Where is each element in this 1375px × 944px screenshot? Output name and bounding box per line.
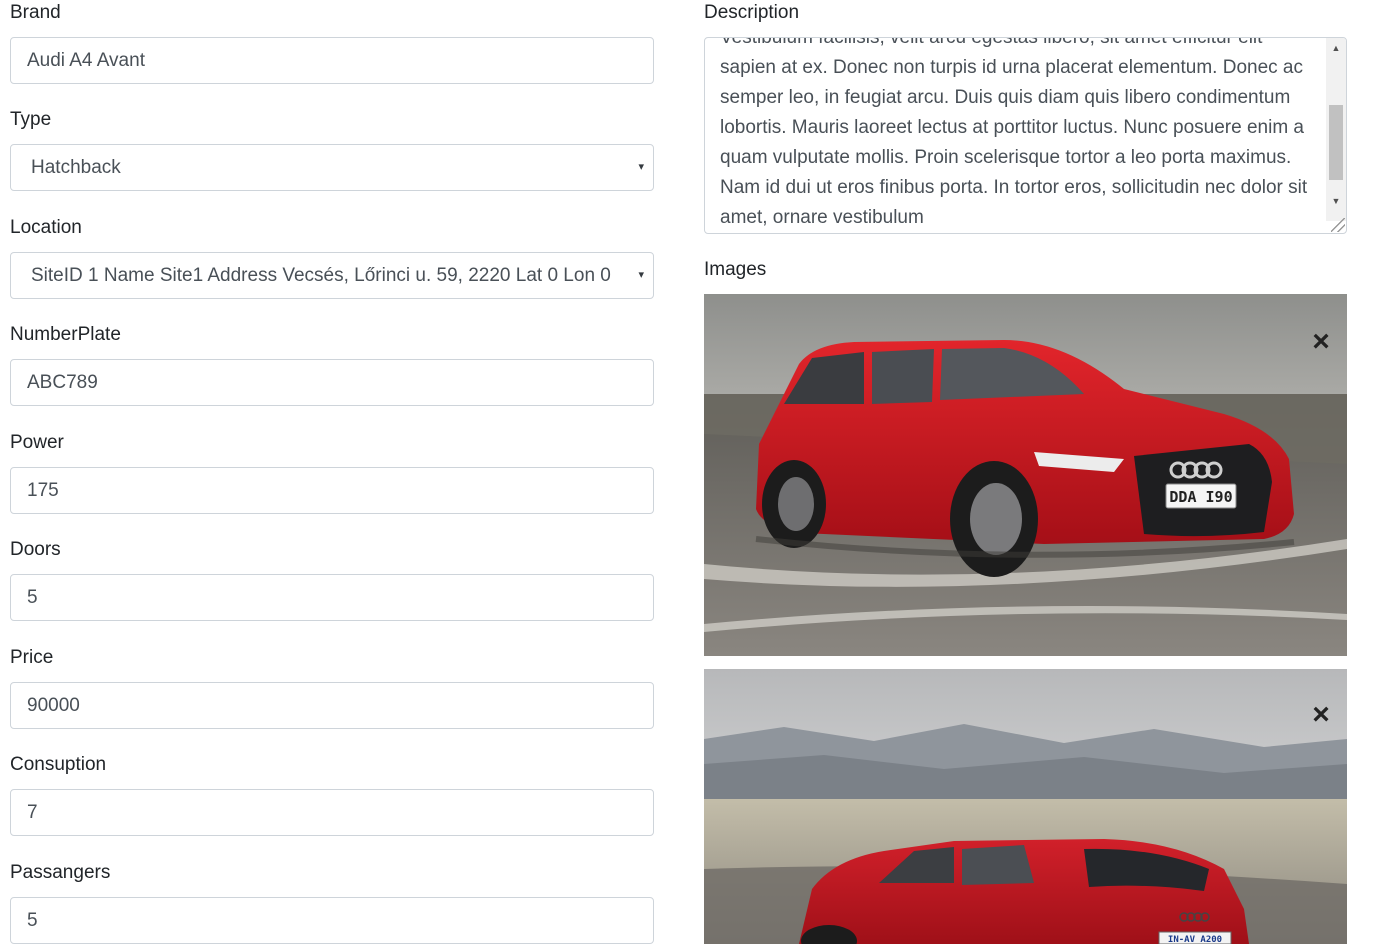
doors-input[interactable]: 5: [10, 574, 654, 621]
type-field: Type Hatchback ▾: [10, 107, 654, 191]
scroll-up-arrow-icon[interactable]: ▲: [1326, 38, 1346, 58]
price-field: Price 90000: [10, 645, 654, 729]
scroll-down-arrow-icon[interactable]: ▼: [1326, 191, 1346, 211]
price-input[interactable]: 90000: [10, 682, 654, 729]
doors-field: Doors 5: [10, 537, 654, 621]
car-image-front: DDA I90 ×: [704, 294, 1347, 656]
chevron-down-icon: ▾: [638, 161, 644, 173]
power-label: Power: [10, 432, 64, 453]
brand-field: Brand Audi A4 Avant: [10, 0, 654, 84]
price-label: Price: [10, 647, 54, 668]
remove-image-close-icon[interactable]: ×: [1309, 700, 1333, 730]
consumption-label: Consuption: [10, 754, 107, 775]
type-label: Type: [10, 109, 52, 130]
brand-label: Brand: [10, 2, 61, 23]
brand-input[interactable]: Audi A4 Avant: [10, 37, 654, 84]
passengers-label: Passangers: [10, 862, 111, 883]
resize-handle-icon[interactable]: [1331, 218, 1345, 232]
number-plate-input[interactable]: ABC789: [10, 359, 654, 406]
power-field: Power 175: [10, 430, 654, 514]
consumption-field: Consuption 7: [10, 752, 654, 836]
location-field: Location SiteID 1 Name Site1 Address Vec…: [10, 215, 654, 299]
car-photo-rear: IN-AV A200: [704, 669, 1347, 944]
description-text: Vestibulum facilisis, velit arcu egestas…: [720, 37, 1308, 228]
doors-label: Doors: [10, 539, 61, 560]
description-textarea[interactable]: Vestibulum facilisis, velit arcu egestas…: [704, 37, 1347, 234]
car-edit-form: Brand Audi A4 Avant Type Hatchback ▾ Loc…: [0, 0, 1375, 944]
passengers-input[interactable]: 5: [10, 897, 654, 944]
location-label: Location: [10, 217, 82, 238]
passengers-field: Passangers 5: [10, 860, 654, 944]
license-plate-rear: IN-AV A200: [1168, 935, 1222, 944]
consumption-input[interactable]: 7: [10, 789, 654, 836]
type-selected-value: Hatchback: [31, 157, 121, 178]
car-photo-front: DDA I90: [704, 294, 1347, 656]
type-select[interactable]: Hatchback ▾: [10, 144, 654, 191]
number-plate-label: NumberPlate: [10, 324, 121, 345]
remove-image-close-icon[interactable]: ×: [1309, 327, 1333, 357]
description-scrollbar[interactable]: ▲ ▼: [1326, 38, 1346, 221]
location-selected-value: SiteID 1 Name Site1 Address Vecsés, Lőri…: [31, 265, 611, 286]
car-image-rear: IN-AV A200 ×: [704, 669, 1347, 944]
description-label: Description: [704, 2, 800, 23]
chevron-down-icon: ▾: [638, 269, 644, 281]
number-plate-field: NumberPlate ABC789: [10, 322, 654, 406]
scroll-thumb[interactable]: [1329, 105, 1343, 180]
images-label: Images: [704, 259, 767, 280]
license-plate-front: DDA I90: [1169, 488, 1232, 506]
power-input[interactable]: 175: [10, 467, 654, 514]
location-select[interactable]: SiteID 1 Name Site1 Address Vecsés, Lőri…: [10, 252, 654, 299]
